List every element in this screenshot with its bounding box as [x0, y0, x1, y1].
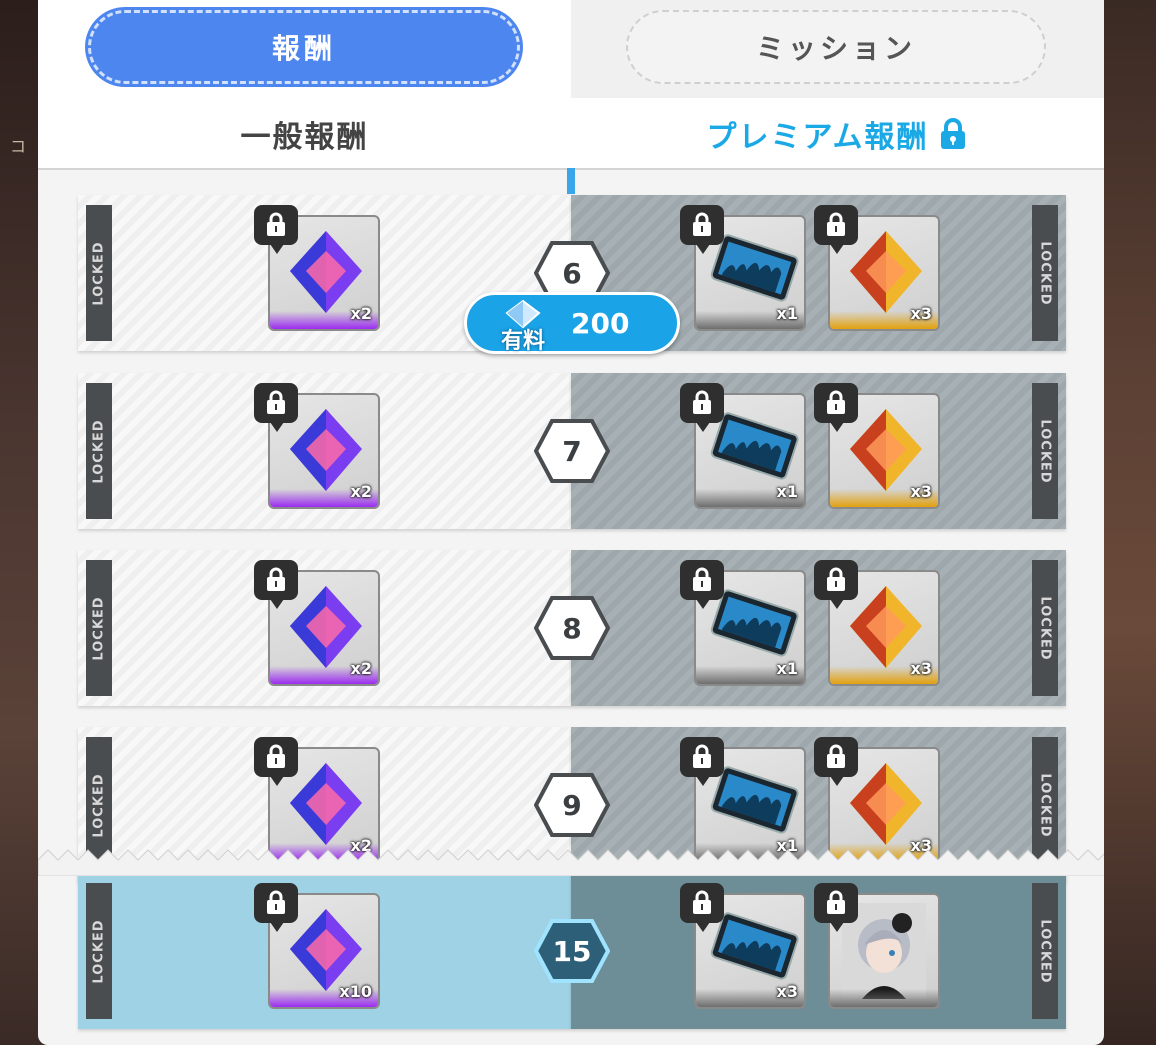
item-lock-badge [254, 883, 298, 932]
lock-icon [693, 890, 711, 914]
locked-tag: LOCKED [1032, 383, 1058, 519]
reward-row: LOCKED x2 x1 [78, 373, 1066, 529]
level-badge: 9 [533, 773, 611, 837]
item-quantity: x3 [910, 659, 932, 678]
tab-mission[interactable]: ミッション [626, 10, 1046, 84]
divider-zigzag [38, 849, 1104, 876]
premium-reward-cell: x3 LOCKED [571, 873, 1066, 1029]
lock-icon [693, 744, 711, 768]
item-quantity: x3 [776, 982, 798, 1001]
item-lock-badge [680, 737, 724, 786]
premium-reward-header[interactable]: プレミアム報酬 [571, 98, 1104, 170]
paid-amount: 200 [571, 307, 630, 340]
tab-reward[interactable]: 報酬 [88, 10, 520, 84]
progress-line [567, 168, 575, 194]
item-lock-badge [680, 560, 724, 609]
lock-icon [827, 567, 845, 591]
lock-icon [693, 390, 711, 414]
level-number: 15 [552, 934, 592, 968]
level-number: 8 [562, 611, 582, 645]
item-quantity: x3 [910, 482, 932, 501]
lock-icon [827, 744, 845, 768]
background-glyph: コ [10, 137, 27, 156]
item-quantity: x1 [776, 659, 798, 678]
lock-icon [941, 118, 966, 149]
lock-icon [267, 212, 285, 236]
locked-tag: LOCKED [86, 883, 112, 1019]
item-lock-badge [814, 560, 858, 609]
lock-icon [693, 212, 711, 236]
general-reward-cell: LOCKED x2 [78, 373, 571, 529]
locked-tag: LOCKED [1032, 560, 1058, 696]
column-headers: 一般報酬 プレミアム報酬 [38, 98, 1104, 170]
item-lock-badge [254, 205, 298, 254]
lock-icon [267, 744, 285, 768]
lock-icon [693, 567, 711, 591]
item-quantity: x2 [350, 659, 372, 678]
item-lock-badge [254, 560, 298, 609]
paid-badge: 有料 200 [464, 292, 680, 354]
locked-tag: LOCKED [86, 205, 112, 341]
premium-reward-label: プレミアム報酬 [706, 120, 929, 155]
tab-bar: 報酬 ミッション [38, 0, 1104, 98]
reward-row: LOCKED x10 x3 LOCKED 15 [78, 873, 1066, 1029]
general-reward-header: 一般報酬 [240, 120, 369, 155]
locked-tag: LOCKED [86, 383, 112, 519]
item-quantity: x10 [339, 982, 372, 1001]
locked-tag: LOCKED [86, 560, 112, 696]
item-quantity: x1 [776, 482, 798, 501]
item-lock-badge [814, 383, 858, 432]
locked-tag: LOCKED [1032, 883, 1058, 1019]
premium-reward-cell: x1 x3 LOCKED [571, 373, 1066, 529]
item-lock-badge [680, 383, 724, 432]
lock-icon [827, 390, 845, 414]
item-lock-badge [680, 883, 724, 932]
paid-label: 有料 [501, 329, 546, 354]
lock-icon [267, 390, 285, 414]
level-badge: 8 [533, 596, 611, 660]
item-lock-badge [814, 883, 858, 932]
item-lock-badge [254, 737, 298, 786]
reward-row: LOCKED x2 x1 [78, 550, 1066, 706]
item-lock-badge [254, 383, 298, 432]
item-lock-badge [814, 737, 858, 786]
battle-pass-panel: 報酬 ミッション 一般報酬 プレミアム報酬 LOCKED x2 x1 x3 LO… [38, 0, 1104, 1045]
lock-icon [827, 890, 845, 914]
background-right [1102, 0, 1156, 1045]
general-reward-cell: LOCKED x10 [78, 873, 571, 1029]
level-badge: 7 [533, 419, 611, 483]
item-lock-badge [680, 205, 724, 254]
lock-icon [827, 212, 845, 236]
general-reward-cell: LOCKED x2 [78, 550, 571, 706]
locked-tag: LOCKED [1032, 205, 1058, 341]
item-lock-badge [814, 205, 858, 254]
level-number: 7 [562, 434, 582, 468]
item-quantity: x2 [350, 482, 372, 501]
lock-icon [267, 890, 285, 914]
item-quantity: x2 [350, 304, 372, 323]
item-quantity: x1 [776, 304, 798, 323]
lock-icon [267, 567, 285, 591]
level-number: 9 [562, 788, 582, 822]
premium-reward-cell: x1 x3 LOCKED [571, 550, 1066, 706]
level-badge: 15 [533, 919, 611, 983]
item-quantity: x3 [910, 304, 932, 323]
